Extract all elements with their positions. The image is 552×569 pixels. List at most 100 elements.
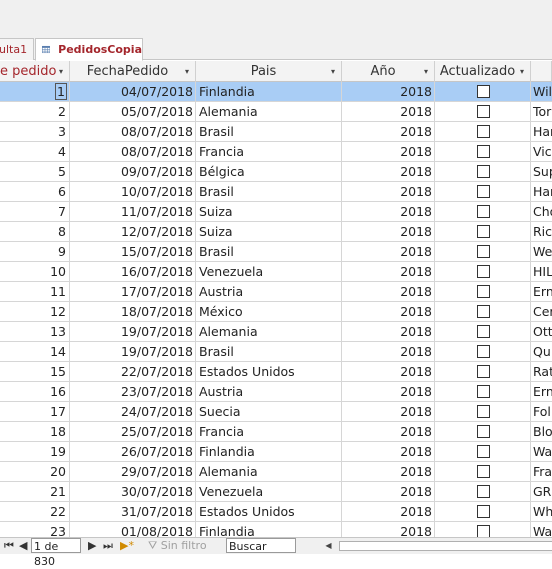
cell-actualizado[interactable] [435, 402, 531, 421]
cell-fechapedido[interactable]: 26/07/2018 [70, 442, 196, 461]
cell-id[interactable]: 14 [0, 342, 70, 361]
cell-pais[interactable]: Austria [196, 282, 342, 301]
cell-fechapedido[interactable]: 05/07/2018 [70, 102, 196, 121]
no-filter-button[interactable]: ⛛ Sin filtro [148, 538, 207, 554]
cell-anio[interactable]: 2018 [342, 482, 435, 501]
cell-actualizado[interactable] [435, 462, 531, 481]
cell-actualizado[interactable] [435, 302, 531, 321]
actualizado-checkbox[interactable] [477, 425, 490, 438]
cell-cliente[interactable]: Sup [531, 162, 552, 181]
cell-pais[interactable]: Bélgica [196, 162, 342, 181]
column-header-cliente[interactable] [531, 61, 552, 82]
cell-cliente[interactable]: Har [531, 122, 552, 141]
cell-pais[interactable]: Suiza [196, 202, 342, 221]
cell-cliente[interactable]: Rat [531, 362, 552, 381]
table-row[interactable]: 6 10/07/2018Brasil2018 Har [0, 182, 552, 202]
table-row[interactable]: 11 17/07/2018 Austria 2018 Ern [0, 282, 552, 302]
cell-anio[interactable]: 2018 [342, 382, 435, 401]
actualizado-checkbox[interactable] [477, 445, 490, 458]
cell-id[interactable]: 3 [0, 122, 70, 141]
cell-anio[interactable]: 2018 [342, 402, 435, 421]
actualizado-checkbox[interactable] [477, 505, 490, 518]
cell-cliente[interactable]: Wh [531, 502, 552, 521]
cell-pais[interactable]: Brasil [196, 122, 342, 141]
previous-record-icon[interactable]: ◀ [19, 538, 27, 554]
column-header-id[interactable]: e pedido ▾ [0, 61, 70, 82]
cell-actualizado[interactable] [435, 262, 531, 281]
next-record-icon[interactable]: ▶ [88, 538, 96, 554]
cell-pais[interactable]: Alemania [196, 462, 342, 481]
cell-id[interactable]: 20 [0, 462, 70, 481]
cell-cliente[interactable]: Vic [531, 142, 552, 161]
cell-pais[interactable]: Brasil [196, 182, 342, 201]
cell-id[interactable]: 10 [0, 262, 70, 281]
cell-id[interactable]: 11 [0, 282, 70, 301]
dropdown-arrow-icon[interactable]: ▾ [520, 67, 530, 76]
cell-pais[interactable]: Francia [196, 142, 342, 161]
cell-pais[interactable]: Venezuela [196, 262, 342, 281]
table-row[interactable]: 4 08/07/2018 Francia 2018 Vic [0, 142, 552, 162]
cell-actualizado[interactable] [435, 162, 531, 181]
actualizado-checkbox[interactable] [477, 305, 490, 318]
table-row[interactable]: 2 05/07/2018 Alemania 2018 Tor [0, 102, 552, 122]
cell-anio[interactable]: 2018 [342, 422, 435, 441]
cell-id[interactable]: 5 [0, 162, 70, 181]
cell-fechapedido[interactable]: 19/07/2018 [70, 342, 196, 361]
cell-pais[interactable]: Suiza [196, 222, 342, 241]
column-header-actualizado[interactable]: Actualizado ▾ [435, 61, 531, 82]
cell-cliente[interactable]: Wa [531, 442, 552, 461]
tab-consulta1[interactable]: ulta1 [0, 38, 34, 60]
cell-fechapedido[interactable]: 19/07/2018 [70, 322, 196, 341]
cell-actualizado[interactable] [435, 322, 531, 341]
actualizado-checkbox[interactable] [477, 365, 490, 378]
cell-actualizado[interactable] [435, 222, 531, 241]
cell-pais[interactable]: Brasil [196, 242, 342, 261]
cell-anio[interactable]: 2018 [342, 142, 435, 161]
actualizado-checkbox[interactable] [477, 125, 490, 138]
column-header-anio[interactable]: Año ▾ [342, 61, 435, 82]
cell-anio[interactable]: 2018 [342, 302, 435, 321]
table-row[interactable]: 22 31/07/2018 Estados Unidos 2018 Wh [0, 502, 552, 522]
actualizado-checkbox[interactable] [477, 145, 490, 158]
cell-pais[interactable]: Alemania [196, 322, 342, 341]
scrollbar-thumb[interactable] [339, 541, 552, 551]
actualizado-checkbox[interactable] [477, 225, 490, 238]
cell-actualizado[interactable] [435, 242, 531, 261]
table-row[interactable]: 21 30/07/2018Venezuela2018 GRO [0, 482, 552, 502]
record-position-field[interactable]: 1 de 830 [31, 538, 81, 568]
sort-filter-icon[interactable]: ▾ [331, 67, 341, 76]
cell-fechapedido[interactable]: 22/07/2018 [70, 362, 196, 381]
actualizado-checkbox[interactable] [477, 285, 490, 298]
cell-cliente[interactable]: Har [531, 182, 552, 201]
actualizado-checkbox[interactable] [477, 405, 490, 418]
actualizado-checkbox[interactable] [477, 525, 490, 537]
cell-actualizado[interactable] [435, 482, 531, 501]
cell-anio[interactable]: 2018 [342, 442, 435, 461]
cell-id[interactable]: 9 [0, 242, 70, 261]
cell-pais[interactable]: Estados Unidos [196, 502, 342, 521]
cell-actualizado[interactable] [435, 502, 531, 521]
table-row[interactable]: 5 09/07/2018Bélgica2018 Sup [0, 162, 552, 182]
cell-cliente[interactable]: Qu [531, 342, 552, 361]
cell-fechapedido[interactable]: 11/07/2018 [70, 202, 196, 221]
actualizado-checkbox[interactable] [477, 245, 490, 258]
cell-anio[interactable]: 2018 [342, 182, 435, 201]
cell-fechapedido[interactable]: 04/07/2018 [70, 82, 196, 101]
cell-id[interactable]: 19 [0, 442, 70, 461]
cell-cliente[interactable]: Wa [531, 522, 552, 537]
cell-anio[interactable]: 2018 [342, 122, 435, 141]
cell-fechapedido[interactable]: 08/07/2018 [70, 122, 196, 141]
cell-anio[interactable]: 2018 [342, 322, 435, 341]
cell-id[interactable]: 13 [0, 322, 70, 341]
column-header-fechapedido[interactable]: FechaPedido ▾ [70, 61, 196, 82]
cell-id[interactable]: 18 [0, 422, 70, 441]
actualizado-checkbox[interactable] [477, 165, 490, 178]
first-record-icon[interactable]: ⏮ [4, 538, 14, 554]
cell-actualizado[interactable] [435, 202, 531, 221]
cell-pais[interactable]: Suecia [196, 402, 342, 421]
cell-fechapedido[interactable]: 09/07/2018 [70, 162, 196, 181]
cell-id[interactable]: 12 [0, 302, 70, 321]
actualizado-checkbox[interactable] [477, 205, 490, 218]
dropdown-arrow-icon[interactable]: ▾ [424, 67, 434, 76]
table-row[interactable]: 17 24/07/2018 Suecia 2018 Fol [0, 402, 552, 422]
